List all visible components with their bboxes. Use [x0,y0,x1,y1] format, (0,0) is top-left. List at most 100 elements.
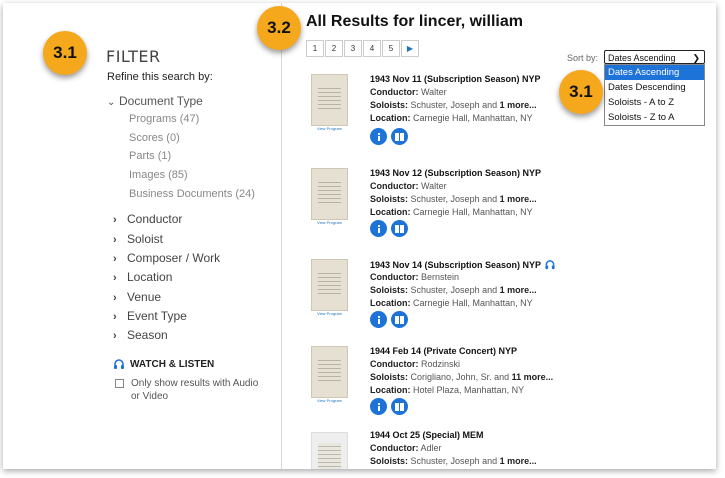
facet-label: Location [127,270,173,284]
doc-type-business-documents[interactable]: Business Documents (24) [129,188,255,200]
chevron-right-icon: › [113,292,117,304]
program-thumbnail[interactable] [311,259,348,311]
facet-label: Venue [127,290,162,304]
result-title[interactable]: 1943 Nov 14 (Subscription Season) NYP [370,259,556,270]
refine-label: Refine this search by: [107,71,213,83]
facet-conductor[interactable]: › Conductor [113,212,182,226]
result-actions [370,220,412,237]
page-3-button[interactable]: 3 [344,40,362,57]
annotation-badge: 3.1 [43,31,87,75]
page-title: All Results for lincer, william [306,13,523,30]
facet-document-type[interactable]: ⌄ Document Type [107,94,203,108]
info-icon[interactable] [370,128,387,145]
result-conductor: Conductor: Adler [370,443,442,453]
book-icon[interactable] [391,311,408,328]
result-location: Location: Carnegie Hall, Manhattan, NY [370,207,533,217]
result-conductor: Conductor: Walter [370,87,447,97]
result-conductor: Conductor: Walter [370,181,447,191]
page-5-button[interactable]: 5 [382,40,400,57]
book-icon[interactable] [391,398,408,415]
result-location: Location: Carnegie Hall, Manhattan, NY [370,113,533,123]
doc-type-images[interactable]: Images (85) [129,169,188,181]
result-title[interactable]: 1943 Nov 11 (Subscription Season) NYP [370,74,541,84]
info-icon[interactable] [370,311,387,328]
next-page-icon[interactable]: ▶ [401,40,419,57]
annotation-badge: 3.2 [257,6,301,50]
chevron-right-icon: › [113,234,117,246]
page-4-button[interactable]: 4 [363,40,381,57]
chevron-right-icon: › [113,253,117,265]
view-program-link[interactable]: View Program [311,220,348,225]
result-location: Location: Carnegie Hall, Manhattan, NY [370,298,533,308]
book-icon[interactable] [391,220,408,237]
result-soloists: Soloists: Schuster, Joseph and 1 more... [370,194,537,204]
facet-label: Soloist [127,232,164,246]
more-soloists-link[interactable]: 1 more... [500,285,537,295]
info-icon[interactable] [370,220,387,237]
watch-listen-heading: WATCH & LISTEN [113,358,214,370]
sort-option-soloists-z-a[interactable]: Soloists - Z to A [605,110,704,125]
result-title[interactable]: 1944 Oct 25 (Special) MEM [370,430,484,440]
more-soloists-link[interactable]: 1 more... [500,194,537,204]
view-program-link[interactable]: View Program [311,398,348,403]
facet-label: Event Type [127,309,187,323]
audio-video-label: Only show results with Audio or Video [131,378,259,402]
sort-option-dates-descending[interactable]: Dates Descending [605,80,704,95]
sort-option-dates-ascending[interactable]: Dates Ascending [605,65,704,80]
info-icon[interactable] [370,398,387,415]
result-actions [370,311,412,328]
watch-listen-label: WATCH & LISTEN [130,359,215,370]
book-icon[interactable] [391,128,408,145]
pagination: 1 2 3 4 5 ▶ [306,40,420,57]
sort-select[interactable]: Dates Ascending ❯ [604,50,705,64]
headphones-icon [545,260,555,270]
facet-event-type[interactable]: › Event Type [113,309,187,323]
panel-divider [281,3,282,469]
doc-type-programs[interactable]: Programs (47) [129,113,199,125]
chevron-right-icon: › [113,214,117,226]
facet-label: Season [127,328,168,342]
doc-type-parts[interactable]: Parts (1) [129,150,171,162]
facet-season[interactable]: › Season [113,328,168,342]
more-soloists-link[interactable]: 1 more... [500,100,537,110]
sort-label: Sort by: [567,53,599,63]
facet-composer-work[interactable]: › Composer / Work [113,251,220,265]
result-soloists: Soloists: Schuster, Joseph and 1 more... [370,285,537,295]
doc-type-scores[interactable]: Scores (0) [129,132,180,144]
chevron-down-icon: ❯ [692,53,700,63]
result-title[interactable]: 1943 Nov 12 (Subscription Season) NYP [370,168,541,178]
facet-soloist[interactable]: › Soloist [113,232,163,246]
result-soloists: Soloists: Schuster, Joseph and 1 more... [370,100,537,110]
sort-selected-value: Dates Ascending [608,53,676,63]
audio-video-checkbox[interactable] [115,379,124,388]
sort-option-soloists-a-z[interactable]: Soloists - A to Z [605,95,704,110]
facet-location[interactable]: › Location [113,270,172,284]
program-thumbnail[interactable] [311,74,348,126]
facet-venue[interactable]: › Venue [113,290,161,304]
view-program-link[interactable]: View Program [311,311,348,316]
chevron-right-icon: › [113,311,117,323]
sort-dropdown: Dates Ascending Dates Descending Soloist… [604,64,705,126]
facet-document-type-label: Document Type [119,94,203,108]
chevron-right-icon: › [113,272,117,284]
result-conductor: Conductor: Rodzinski [370,359,461,369]
headphones-icon [114,359,124,369]
more-soloists-link[interactable]: 1 more... [500,456,537,466]
result-soloists: Soloists: Schuster, Joseph and 1 more... [370,456,537,466]
app-frame: FILTER Refine this search by: ⌄ Document … [3,3,716,469]
more-soloists-link[interactable]: 11 more... [512,372,554,382]
annotation-badge: 3.1 [559,70,603,114]
page-1-button[interactable]: 1 [306,40,324,57]
result-soloists: Soloists: Corigliano, John, Sr. and 11 m… [370,372,554,382]
page-2-button[interactable]: 2 [325,40,343,57]
result-actions [370,398,412,415]
chevron-down-icon: ⌄ [107,97,116,108]
result-title[interactable]: 1944 Feb 14 (Private Concert) NYP [370,346,517,356]
result-actions [370,128,412,145]
program-thumbnail[interactable] [311,346,348,398]
facet-label: Composer / Work [127,251,221,265]
chevron-right-icon: › [113,330,117,342]
program-thumbnail[interactable] [311,168,348,220]
program-thumbnail[interactable] [311,432,348,469]
view-program-link[interactable]: View Program [311,126,348,131]
